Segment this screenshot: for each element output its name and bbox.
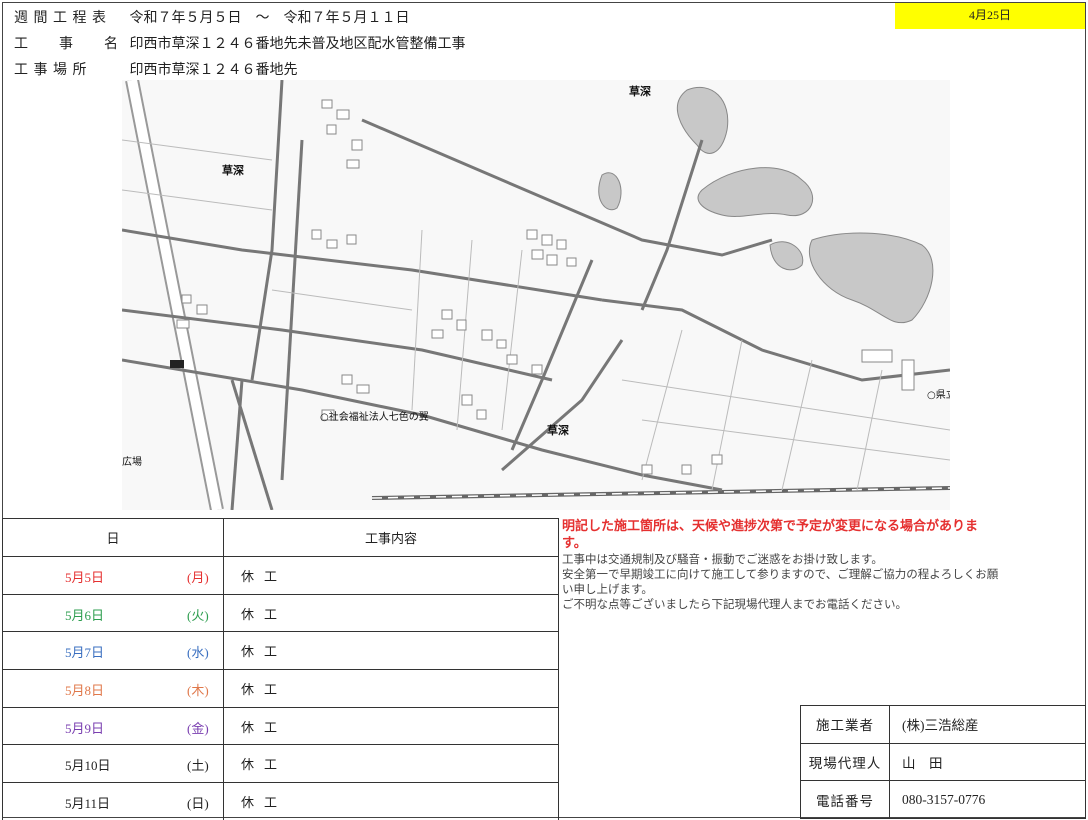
work-place-row: 工 事 場 所 印西市草深１２４６番地先: [14, 59, 298, 79]
schedule-work: 休工: [223, 593, 559, 633]
schedule-work: 休工: [223, 669, 559, 708]
map-poi-welfare-label: 社会福祉法人七色の翼: [328, 412, 429, 423]
schedule-row: 5月9日 (金) 休工: [2, 706, 559, 746]
map-label-kusafuka-3: 草深: [547, 424, 569, 437]
site-map: 草深 草深 草深 広場 ○社会福祉法人七色の翼 ○県立: [122, 80, 950, 510]
schedule-work: 休工: [223, 556, 559, 595]
map-poi-marker-icon: ○: [320, 412, 329, 423]
work-place-value: 印西市草深１２４６番地先: [129, 63, 298, 78]
map-poi-marker-icon: ○: [927, 390, 936, 401]
schedule-date-cell: 5月10日 (土): [2, 744, 224, 784]
schedule-work: 休工: [223, 782, 559, 820]
notice-warning: 明記した施工箇所は、天候や進捗次第で予定が変更になる場合があります。: [562, 519, 979, 551]
schedule-table: 日 工事内容 5月5日 (月) 休工 5月6日 (火) 休工 5月7日 (水) 休工 5月8日 (木…: [2, 518, 559, 820]
schedule-date: 5月10日: [65, 758, 111, 774]
work-name-label: 工 事 名: [14, 37, 119, 52]
schedule-col-work: 工事内容: [223, 518, 559, 557]
schedule-date: 5月8日: [65, 683, 105, 699]
map-label-kusafuka-1: 草深: [222, 164, 244, 177]
site-map-drawing: [122, 80, 950, 510]
contact-company-row: 施工業者 (株)三浩総産: [800, 705, 1086, 744]
schedule-period-label: 週 間 工 程 表: [14, 11, 107, 26]
schedule-weekday: (水): [187, 645, 209, 661]
schedule-row: 5月10日 (土) 休工: [2, 744, 559, 784]
notice-block: 明記した施工箇所は、天候や進捗次第で予定が変更になる場合があります。 工事中は交…: [562, 518, 1002, 612]
schedule-date-cell: 5月7日 (水): [2, 631, 224, 671]
schedule-weekday: (土): [187, 758, 209, 774]
schedule-col-date: 日: [2, 518, 224, 557]
notice-line-3: ご不明な点等ございましたら下記現場代理人までお電話ください。: [562, 597, 907, 611]
schedule-work: 休工: [223, 744, 559, 784]
schedule-date: 5月7日: [65, 645, 105, 661]
schedule-date-cell: 5月8日 (木): [2, 669, 224, 708]
contact-phone-row: 電話番号 080-3157-0776: [800, 780, 1086, 820]
work-name-row: 工 事 名 印西市草深１２４６番地先未普及地区配水管整備工事: [14, 33, 466, 53]
schedule-weekday: (火): [187, 607, 209, 623]
map-poi-welfare: ○社会福祉法人七色の翼: [320, 408, 429, 423]
schedule-weekday: (月): [187, 570, 209, 585]
contact-company-label: 施工業者: [800, 705, 890, 744]
contact-agent-value: 山 田: [889, 742, 1086, 782]
map-poi-prefectural: ○県立: [927, 386, 950, 401]
schedule-period-row: 週 間 工 程 表 令和７年５月５日 ～ 令和７年５月１１日: [14, 7, 410, 27]
schedule-row: 5月5日 (月) 休工: [2, 556, 559, 595]
schedule-date-cell: 5月6日 (火): [2, 593, 224, 633]
schedule-date: 5月5日: [65, 570, 105, 585]
schedule-header-row: 日 工事内容: [2, 518, 559, 557]
schedule-work: 休工: [223, 706, 559, 746]
schedule-date-cell: 5月11日 (日): [2, 782, 224, 820]
schedule-period-value: 令和７年５月５日 ～ 令和７年５月１１日: [129, 11, 410, 26]
contact-agent-row: 現場代理人 山 田: [800, 742, 1086, 782]
notice-line-2: 安全第一で早期竣工に向けて施工して参りますので、ご理解ご協力の程よろしくお願い申…: [562, 567, 999, 596]
map-label-kusafuka-2: 草深: [629, 85, 651, 98]
issue-date-badge: 4月25日: [895, 3, 1085, 29]
contact-table: 施工業者 (株)三浩総産 現場代理人 山 田 電話番号 080-3157-077…: [800, 705, 1086, 820]
work-place-label: 工 事 場 所: [14, 63, 88, 78]
notice-line-1: 工事中は交通規制及び騒音・振動でご迷惑をお掛け致します。: [562, 552, 883, 566]
schedule-weekday: (金): [187, 720, 209, 736]
contact-phone-value: 080-3157-0776: [889, 780, 1086, 820]
schedule-date-cell: 5月9日 (金): [2, 706, 224, 746]
schedule-date: 5月9日: [65, 720, 105, 736]
contact-company-value: (株)三浩総産: [889, 705, 1086, 744]
map-label-hiroba: 広場: [122, 457, 142, 468]
work-name-value: 印西市草深１２４６番地先未普及地区配水管整備工事: [129, 37, 466, 52]
contact-phone-label: 電話番号: [800, 780, 890, 820]
schedule-weekday: (木): [187, 683, 209, 699]
schedule-weekday: (日): [187, 796, 209, 812]
schedule-row: 5月11日 (日) 休工: [2, 782, 559, 820]
schedule-date: 5月11日: [65, 796, 111, 812]
map-poi-prefectural-label: 県立: [935, 390, 950, 401]
schedule-row: 5月8日 (木) 休工: [2, 669, 559, 708]
schedule-date-cell: 5月5日 (月): [2, 556, 224, 595]
schedule-work: 休工: [223, 631, 559, 671]
schedule-row: 5月7日 (水) 休工: [2, 631, 559, 671]
schedule-row: 5月6日 (火) 休工: [2, 593, 559, 633]
schedule-date: 5月6日: [65, 607, 105, 623]
contact-agent-label: 現場代理人: [800, 742, 890, 782]
